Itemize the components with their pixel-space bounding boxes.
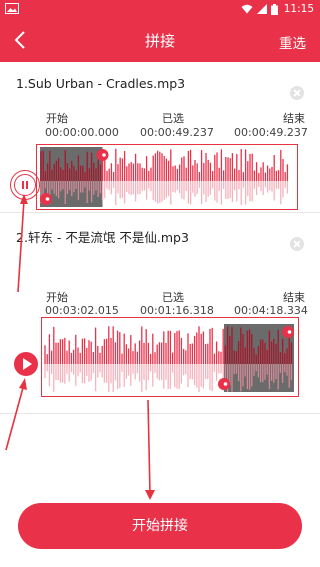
status-time: 11:15 <box>283 3 314 15</box>
divider <box>0 413 320 414</box>
signal-icon <box>256 4 267 14</box>
start-time: 00:00:00.000 <box>45 126 119 139</box>
end-time: 00:04:18.334 <box>234 304 308 317</box>
end-time: 00:00:49.237 <box>234 126 308 139</box>
remove-track-icon[interactable] <box>290 86 304 100</box>
status-icons: 11:15 <box>241 1 314 17</box>
end-label: 结束 <box>283 291 305 304</box>
track-name: 2.轩东 - 不是流氓 不是仙.mp3 <box>16 230 189 245</box>
start-label: 开始 <box>46 112 68 125</box>
wifi-icon <box>241 4 253 14</box>
track-item-2: 2.轩东 - 不是流氓 不是仙.mp3 开始 已选 结束 00:03:02.01… <box>0 213 320 413</box>
status-bar: 11:15 <box>0 0 320 18</box>
battery-icon <box>270 3 278 15</box>
end-label: 结束 <box>283 112 305 125</box>
start-time: 00:03:02.015 <box>45 304 119 317</box>
start-label: 开始 <box>46 291 68 304</box>
selected-label: 已选 <box>162 291 184 304</box>
pause-button[interactable] <box>14 174 36 196</box>
selected-time: 00:00:49.237 <box>140 126 214 139</box>
image-icon <box>5 3 19 14</box>
page-title: 拼接 <box>144 32 175 50</box>
app-header: 拼接 重选 <box>0 18 320 62</box>
track-item-1: 1.Sub Urban - Cradles.mp3 开始 已选 结束 00:00… <box>0 62 320 212</box>
remove-track-icon[interactable] <box>290 237 304 251</box>
annotation-box <box>41 317 299 397</box>
track-name: 1.Sub Urban - Cradles.mp3 <box>16 76 186 91</box>
start-merge-button[interactable]: 开始拼接 <box>18 503 302 549</box>
reselect-button[interactable]: 重选 <box>279 32 306 52</box>
play-button[interactable] <box>14 352 38 376</box>
app-screen: 11:15 拼接 重选 1.Sub Urban - Cradles.mp3 开始… <box>0 0 320 567</box>
selected-time: 00:01:16.318 <box>140 304 214 317</box>
selected-label: 已选 <box>162 112 184 125</box>
annotation-box <box>36 144 298 210</box>
